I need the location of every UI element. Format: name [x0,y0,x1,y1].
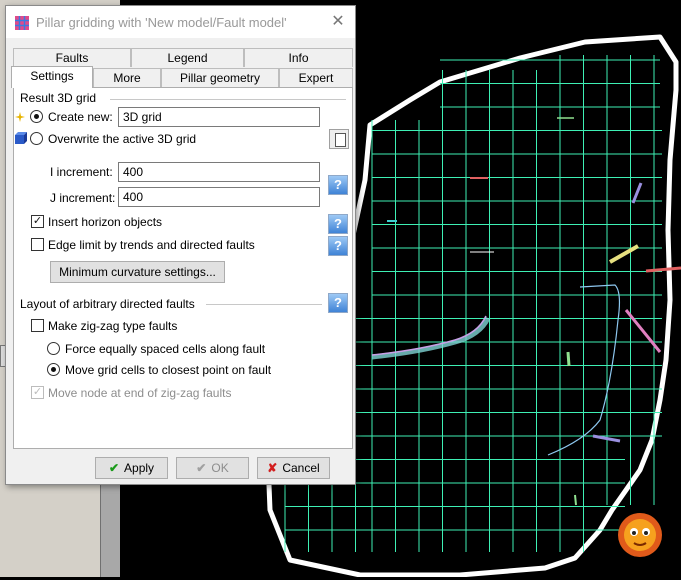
j-increment-label: J increment: [50,191,116,205]
3d-grid-cube-icon [15,132,27,144]
edge-limit-checkbox[interactable] [31,238,44,251]
help-icon[interactable]: ? [328,175,348,195]
fault-trace [566,351,571,367]
settings-panel: Result 3D grid Create new: Overwrite the… [13,87,353,449]
force-equal-label: Force equally spaced cells along fault [65,342,266,356]
tab-legend[interactable]: Legend [131,48,244,67]
cancel-label: Cancel [282,461,320,475]
apply-button[interactable]: ✔ Apply [95,457,168,479]
insert-horizon-label: Insert horizon objects [48,215,163,229]
checkmark-icon: ✔ [108,461,120,475]
group-divider [206,304,322,305]
help-icon[interactable]: ? [328,236,348,256]
create-new-label: Create new: [48,110,113,124]
minimum-curvature-settings-button[interactable]: Minimum curvature settings... [50,261,225,283]
tab-more[interactable]: More [93,68,161,87]
background-scroll-edge [100,480,121,577]
tab-faults[interactable]: Faults [13,48,131,67]
create-new-name-input[interactable] [118,107,320,127]
i-increment-label: I increment: [50,165,113,179]
fault-trace [574,494,577,506]
help-icon[interactable]: ? [328,214,348,234]
zigzag-label: Make zig-zag type faults [48,319,178,333]
i-increment-input[interactable] [118,162,320,182]
create-new-radio[interactable] [30,110,43,123]
x-icon: ✘ [267,461,278,475]
new-star-icon [15,112,25,122]
overwrite-label: Overwrite the active 3D grid [48,132,197,146]
move-grid-radio[interactable] [47,363,60,376]
layout-group-label: Layout of arbitrary directed faults [20,297,195,311]
edge-limit-label: Edge limit by trends and directed faults [48,238,255,252]
sun-mascot-icon [618,513,662,557]
force-equal-radio[interactable] [47,342,60,355]
ok-label: OK [211,461,229,475]
tab-info[interactable]: Info [244,48,353,67]
new-page-icon[interactable] [329,129,349,149]
move-node-label: Move node at end of zig-zag faults [48,386,232,400]
pillar-gridding-dialog: Pillar gridding with 'New model/Fault mo… [5,5,356,485]
overwrite-radio[interactable] [30,132,43,145]
ok-button[interactable]: ✔ OK [176,457,249,479]
insert-horizon-checkbox[interactable]: ✓ [31,215,44,228]
move-grid-label: Move grid cells to closest point on faul… [65,363,272,377]
move-node-checkbox[interactable]: ✓ [31,386,44,399]
result-group-label: Result 3D grid [20,91,97,105]
tab-expert[interactable]: Expert [279,68,353,87]
cancel-button[interactable]: ✘ Cancel [257,457,330,479]
tab-settings[interactable]: Settings [11,66,93,88]
grid-app-icon [15,16,29,30]
title-bar: Pillar gridding with 'New model/Fault mo… [6,6,355,38]
tab-pillar-geometry[interactable]: Pillar geometry [161,68,279,87]
checkmark-icon: ✔ [196,461,207,475]
j-increment-input[interactable] [118,187,320,207]
zigzag-checkbox[interactable] [31,319,44,332]
help-icon[interactable]: ? [328,293,348,313]
apply-label: Apply [124,461,155,475]
close-icon[interactable]: ✕ [327,12,349,32]
dialog-title: Pillar gridding with 'New model/Fault mo… [36,15,287,30]
group-divider [110,99,346,100]
